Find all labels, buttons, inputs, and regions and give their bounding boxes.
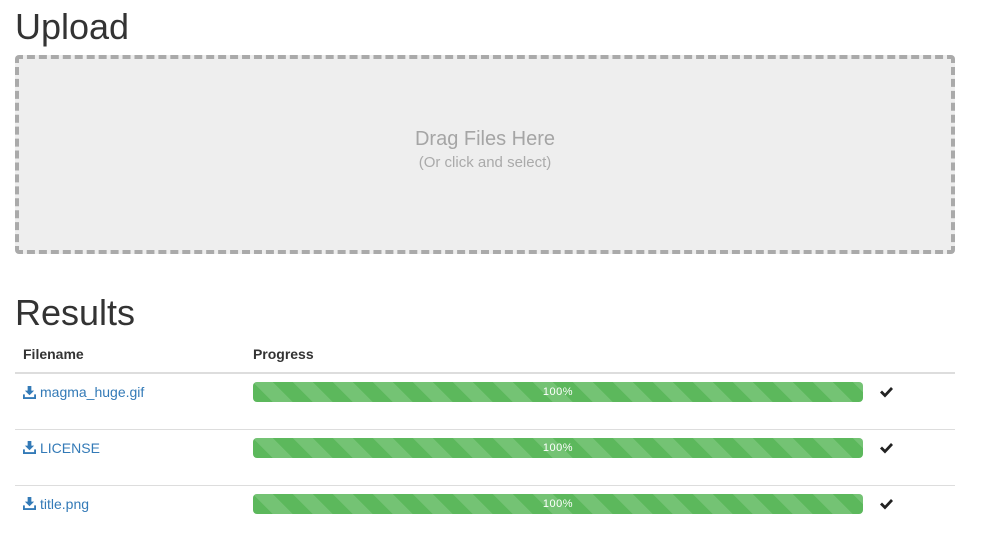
dropzone-title: Drag Files Here (414, 127, 556, 150)
upload-heading: Upload (15, 6, 130, 47)
status-column-header (870, 338, 955, 374)
file-name: magma_huge.gif (40, 384, 145, 400)
progress-cell: 100% (244, 429, 871, 486)
check-icon (879, 387, 893, 398)
file-download-link[interactable]: title.png (23, 494, 89, 514)
progress-column-header: Progress (244, 338, 871, 374)
status-cell (871, 485, 955, 541)
progress-bar: 100% (252, 437, 863, 458)
filename-cell: magma_huge.gif (15, 373, 245, 430)
table-row: magma_huge.gif 100% (15, 373, 955, 430)
download-icon (23, 497, 36, 510)
upload-page: Upload Drag Files Here (Or click and sel… (0, 0, 993, 542)
file-name: LICENSE (40, 439, 100, 456)
download-icon (23, 441, 36, 454)
progress-cell: 100% (245, 485, 871, 541)
file-name: title.png (40, 495, 90, 512)
table-row: title.png 100% (15, 485, 955, 541)
filename-column-header: Filename (15, 338, 245, 374)
results-header-row: Filename Progress (15, 338, 955, 374)
progress-bar-track: 100% (252, 437, 863, 458)
results-table: Filename Progress magma_huge.gif 100% LI… (15, 338, 955, 541)
download-icon (23, 385, 36, 399)
dropzone-subtitle: (Or click and select) (418, 153, 552, 171)
progress-bar: 100% (252, 493, 863, 514)
filename-cell: title.png (15, 485, 245, 541)
progress-bar-track: 100% (252, 493, 863, 514)
check-icon (879, 498, 893, 509)
progress-bar: 100% (252, 382, 863, 402)
status-cell (870, 429, 955, 486)
progress-cell: 100% (244, 373, 871, 430)
file-download-link[interactable]: magma_huge.gif (23, 382, 144, 402)
progress-bar-track: 100% (252, 382, 863, 402)
status-cell (870, 373, 955, 430)
file-download-link[interactable]: LICENSE (23, 438, 100, 458)
table-row: LICENSE 100% (15, 429, 955, 486)
filename-cell: LICENSE (15, 429, 245, 486)
file-dropzone[interactable]: Drag Files Here (Or click and select) (15, 55, 955, 254)
results-heading: Results (15, 292, 136, 333)
check-icon (879, 442, 893, 453)
